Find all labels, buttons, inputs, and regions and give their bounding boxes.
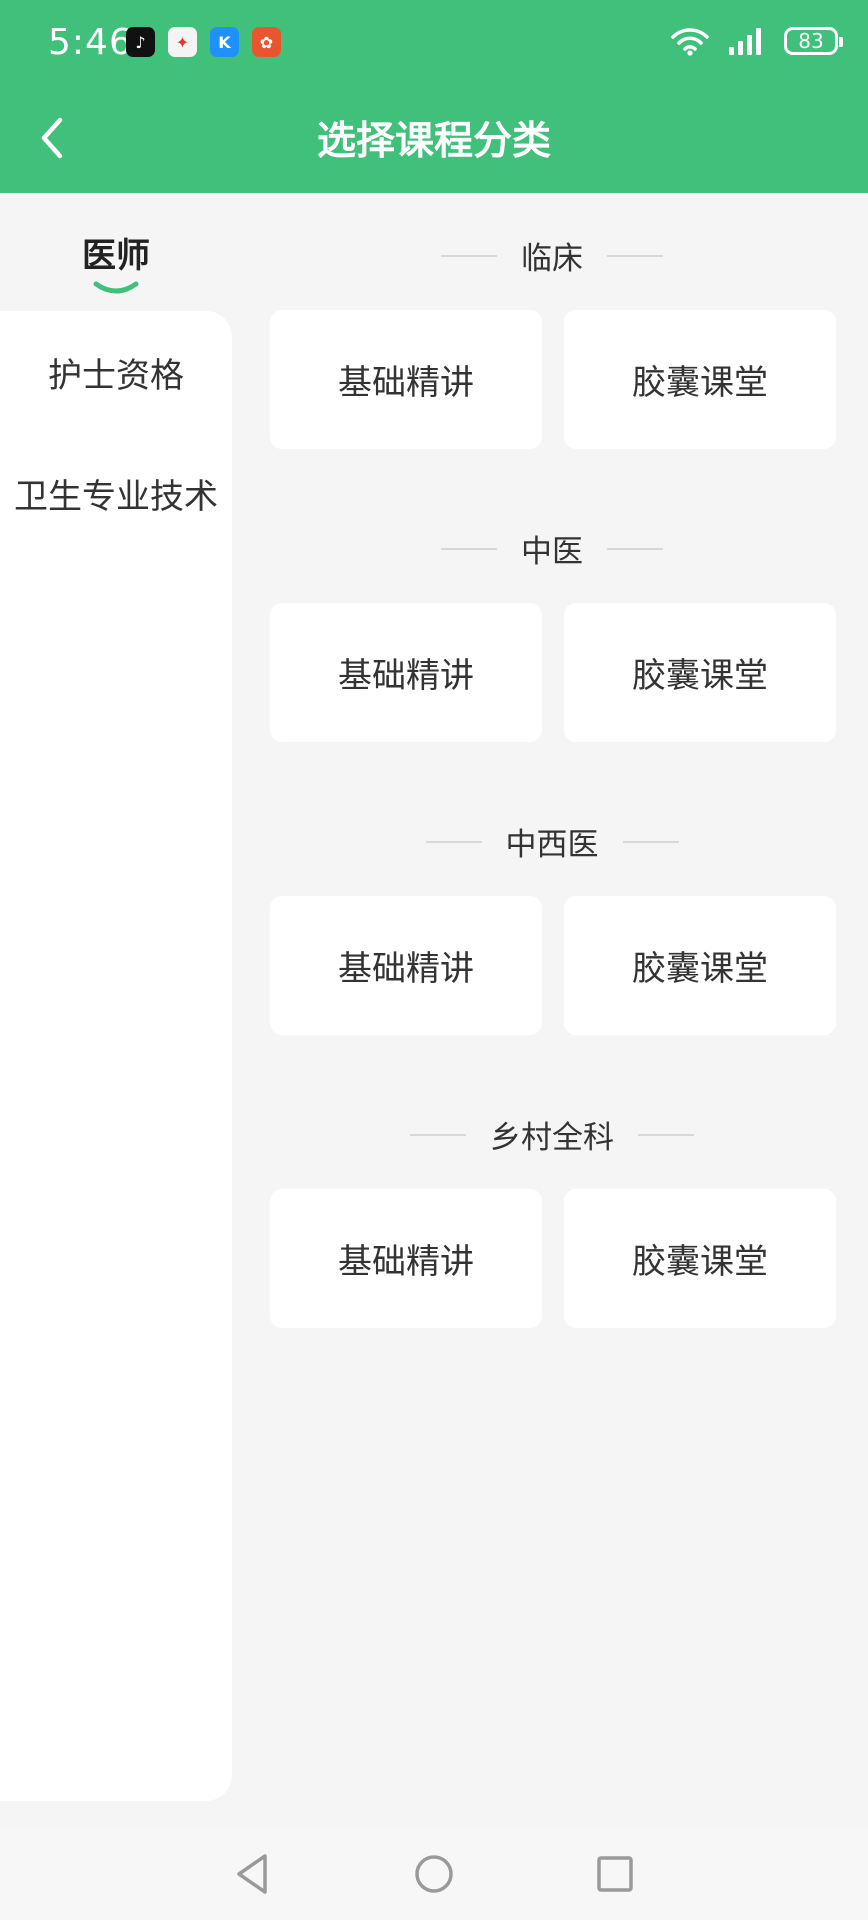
app-header: 5:46 ♪ ✦ K ✿ 83 选择课程分类 bbox=[0, 0, 868, 193]
sidebar-item-active[interactable]: 医师 bbox=[0, 228, 232, 295]
triangle-back-icon bbox=[237, 1854, 267, 1894]
section-title-text: 中医 bbox=[521, 534, 583, 570]
divider bbox=[441, 254, 497, 257]
course-card[interactable]: 胶囊课堂 bbox=[564, 896, 836, 1035]
section-title: 中医 bbox=[268, 526, 836, 571]
course-card[interactable]: 胶囊课堂 bbox=[564, 603, 836, 742]
circle-home-icon bbox=[415, 1855, 453, 1893]
divider bbox=[638, 1133, 694, 1136]
app-blue-icon: K bbox=[210, 27, 239, 57]
divider bbox=[441, 547, 497, 550]
tiktok-icon: ♪ bbox=[126, 27, 155, 57]
course-card[interactable]: 基础精讲 bbox=[270, 603, 542, 742]
section-title: 乡村全科 bbox=[268, 1112, 836, 1157]
section-title: 临床 bbox=[268, 233, 836, 278]
course-card[interactable]: 基础精讲 bbox=[270, 1189, 542, 1328]
sidebar-item-health-tech[interactable]: 卫生专业技术 bbox=[0, 469, 232, 518]
divider bbox=[607, 254, 663, 257]
section-title-text: 临床 bbox=[521, 241, 583, 277]
app-orange-icon: ✿ bbox=[252, 27, 281, 57]
signal-icon bbox=[729, 28, 761, 55]
divider bbox=[425, 840, 482, 843]
course-card[interactable]: 胶囊课堂 bbox=[564, 1189, 836, 1328]
divider bbox=[410, 1133, 466, 1136]
active-indicator-icon bbox=[93, 281, 139, 294]
sidebar-panel bbox=[0, 311, 232, 1801]
sidebar-item-label: 医师 bbox=[82, 236, 150, 276]
notification-icons: ♪ ✦ K ✿ bbox=[126, 27, 281, 57]
nav-back-button[interactable] bbox=[229, 1850, 277, 1898]
status-time: 5:46 bbox=[48, 22, 133, 63]
course-card[interactable]: 基础精讲 bbox=[270, 896, 542, 1035]
section-title-text: 中西医 bbox=[505, 827, 599, 863]
battery-icon: 83 bbox=[784, 27, 843, 55]
square-recents-icon bbox=[597, 1856, 633, 1892]
app-red-icon: ✦ bbox=[168, 27, 197, 57]
course-card[interactable]: 胶囊课堂 bbox=[564, 310, 836, 449]
divider bbox=[622, 840, 679, 843]
wifi-icon bbox=[671, 28, 709, 56]
status-indicators: 83 bbox=[670, 26, 843, 56]
nav-home-button[interactable] bbox=[410, 1850, 458, 1898]
page-title: 选择课程分类 bbox=[316, 119, 551, 164]
divider bbox=[607, 547, 663, 550]
section-title-text: 乡村全科 bbox=[490, 1120, 614, 1156]
course-card[interactable]: 基础精讲 bbox=[270, 310, 542, 449]
system-nav-bar bbox=[0, 1828, 868, 1920]
sidebar-item-nurse[interactable]: 护士资格 bbox=[0, 348, 232, 397]
battery-level: 83 bbox=[798, 29, 824, 53]
nav-recents-button[interactable] bbox=[591, 1850, 639, 1898]
section-title: 中西医 bbox=[268, 819, 836, 864]
